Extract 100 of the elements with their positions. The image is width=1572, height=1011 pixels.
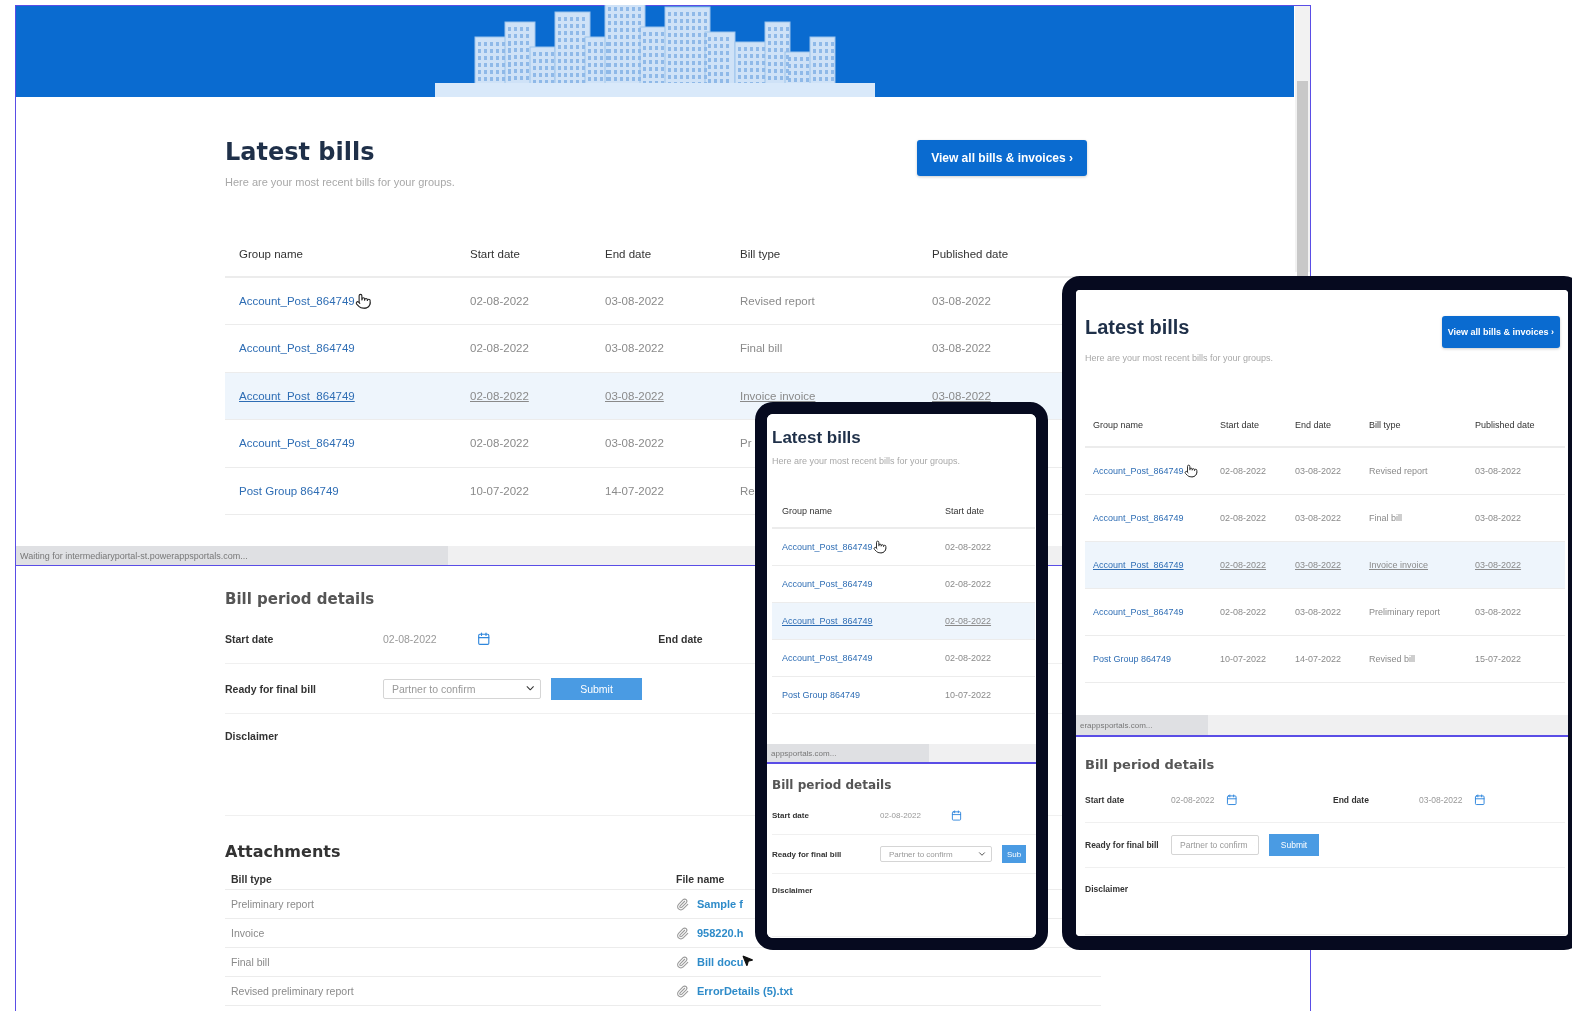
paperclip-icon: [676, 926, 689, 940]
table-cell: Revised preliminary report: [231, 985, 354, 997]
file-link[interactable]: Bill docu: [697, 956, 744, 968]
arrow-cursor-icon: [741, 954, 754, 967]
field-label: Disclaimer: [1085, 884, 1129, 894]
view-all-button[interactable]: View all bills & invoices ›: [917, 140, 1087, 176]
section-title: Attachments: [225, 842, 341, 861]
subtitle-text: Here are your most recent bills for your groups.: [772, 456, 962, 466]
field-label: End date: [658, 632, 704, 645]
table-cell: Revised report: [1369, 466, 1428, 476]
section-title: Bill period details: [772, 778, 892, 792]
column-header: Start date: [945, 505, 985, 516]
group-link[interactable]: Account_Post_864749: [1093, 607, 1184, 617]
subtitle-text: Here are your most recent bills for your groups.: [1085, 353, 1274, 363]
column-header: Published date: [1475, 419, 1535, 430]
calendar-icon[interactable]: [476, 631, 491, 646]
dropdown-select[interactable]: Partner to confirm: [383, 678, 541, 699]
submit-button[interactable]: Submit: [1269, 834, 1319, 856]
group-link[interactable]: Account_Post_864749: [239, 437, 355, 450]
file-link[interactable]: Sample f: [697, 898, 743, 910]
column-header: Group name: [1093, 419, 1144, 430]
table-cell: 03-08-2022: [932, 342, 991, 355]
table-cell: Re: [740, 484, 755, 497]
section-title: Bill period details: [1085, 757, 1215, 772]
submit-button[interactable]: Submit: [551, 677, 642, 700]
table-cell: Revised report: [740, 294, 815, 307]
column-header: Bill type: [1369, 419, 1401, 430]
subtitle-text: Here are your most recent bills for your groups.: [225, 176, 455, 188]
table-cell: 03-08-2022: [1295, 607, 1342, 617]
table-cell: 02-08-2022: [1220, 560, 1267, 570]
table-cell: 03-08-2022: [1475, 466, 1522, 476]
paperclip-icon: [676, 897, 689, 911]
table-cell: 03-08-2022: [605, 389, 664, 402]
group-link[interactable]: Account_Post_864749: [782, 653, 873, 663]
group-link[interactable]: Account_Post_864749: [239, 342, 355, 355]
column-header: File name: [676, 873, 725, 885]
table-cell: 03-08-2022: [932, 294, 991, 307]
dropdown-select[interactable]: Partner to confirm: [1171, 835, 1259, 855]
column-header: End date: [1295, 419, 1332, 430]
paperclip-icon: [676, 984, 689, 998]
table-cell: Invoice: [231, 927, 265, 939]
column-header: End date: [605, 247, 652, 260]
status-text: Waiting for intermediaryportal-st.powerappsportals.com...: [16, 546, 448, 565]
table-cell: Revised bill: [1369, 654, 1416, 664]
status-text: appsportals.com...: [767, 744, 929, 762]
group-link[interactable]: Account_Post_864749: [239, 389, 355, 402]
field-label: Disclaimer: [772, 886, 814, 895]
calendar-icon[interactable]: [1226, 794, 1238, 806]
field-label: Start date: [772, 810, 810, 820]
table-cell: 02-08-2022: [470, 437, 529, 450]
file-link[interactable]: 958220.h: [697, 927, 744, 939]
table-cell: 02-08-2022: [945, 616, 992, 626]
column-header: Group name: [782, 505, 833, 516]
page-title: Latest bills: [1085, 316, 1191, 339]
field-label: End date: [1333, 795, 1370, 805]
table-cell: 10-07-2022: [1220, 654, 1267, 664]
table-cell: 02-08-2022: [945, 653, 992, 663]
group-link[interactable]: Account_Post_864749: [1093, 560, 1184, 570]
submit-button[interactable]: Sub: [1002, 845, 1026, 863]
calendar-icon[interactable]: [1474, 794, 1486, 806]
group-link[interactable]: Account_Post_864749: [239, 294, 355, 307]
group-link[interactable]: Account_Post_864749: [782, 542, 873, 552]
group-link[interactable]: Post Group 864749: [239, 484, 339, 497]
date-value: 02-08-2022: [880, 810, 921, 820]
table-cell: 10-07-2022: [470, 484, 529, 497]
group-link[interactable]: Account_Post_864749: [1093, 513, 1184, 523]
table-cell: Final bill: [740, 342, 783, 355]
table-cell: 02-08-2022: [1220, 607, 1267, 617]
table-cell: Final bill: [1369, 513, 1402, 523]
column-header: Start date: [470, 247, 520, 260]
group-link[interactable]: Account_Post_864749: [1093, 466, 1184, 476]
table-cell: Invoice invoice: [1369, 560, 1429, 570]
column-header: Published date: [932, 247, 1009, 260]
dropdown-select[interactable]: Partner to confirm: [880, 846, 992, 862]
status-text: erappsportals.com...: [1076, 715, 1208, 735]
group-link[interactable]: Account_Post_864749: [782, 616, 873, 626]
table-cell: Preliminary report: [1369, 607, 1441, 617]
field-label: Disclaimer: [225, 730, 280, 742]
page-title: Latest bills: [772, 428, 862, 448]
group-link[interactable]: Post Group 864749: [782, 690, 861, 700]
field-label: Ready for final bill: [1085, 840, 1160, 850]
view-all-button[interactable]: View all bills & invoices ›: [1441, 316, 1560, 348]
table-cell: 10-07-2022: [945, 690, 992, 700]
table-cell: 03-08-2022: [1295, 466, 1342, 476]
paperclip-icon: [676, 955, 689, 969]
table-cell: 02-08-2022: [1220, 466, 1267, 476]
table-cell: 02-08-2022: [945, 579, 992, 589]
field-label: Start date: [225, 632, 275, 645]
page-title: Latest bills: [225, 138, 376, 166]
table-cell: 03-08-2022: [1475, 513, 1522, 523]
file-link[interactable]: ErrorDetails (5).txt: [697, 985, 793, 997]
column-header: Start date: [1220, 419, 1260, 430]
group-link[interactable]: Post Group 864749: [1093, 654, 1172, 664]
date-value: 03-08-2022: [1419, 795, 1463, 805]
column-header: Bill type: [231, 873, 272, 885]
calendar-icon[interactable]: [950, 809, 962, 821]
table-cell: 02-08-2022: [470, 342, 529, 355]
date-value: 02-08-2022: [1171, 795, 1215, 805]
chevron-down-icon: [977, 849, 987, 859]
group-link[interactable]: Account_Post_864749: [782, 579, 873, 589]
